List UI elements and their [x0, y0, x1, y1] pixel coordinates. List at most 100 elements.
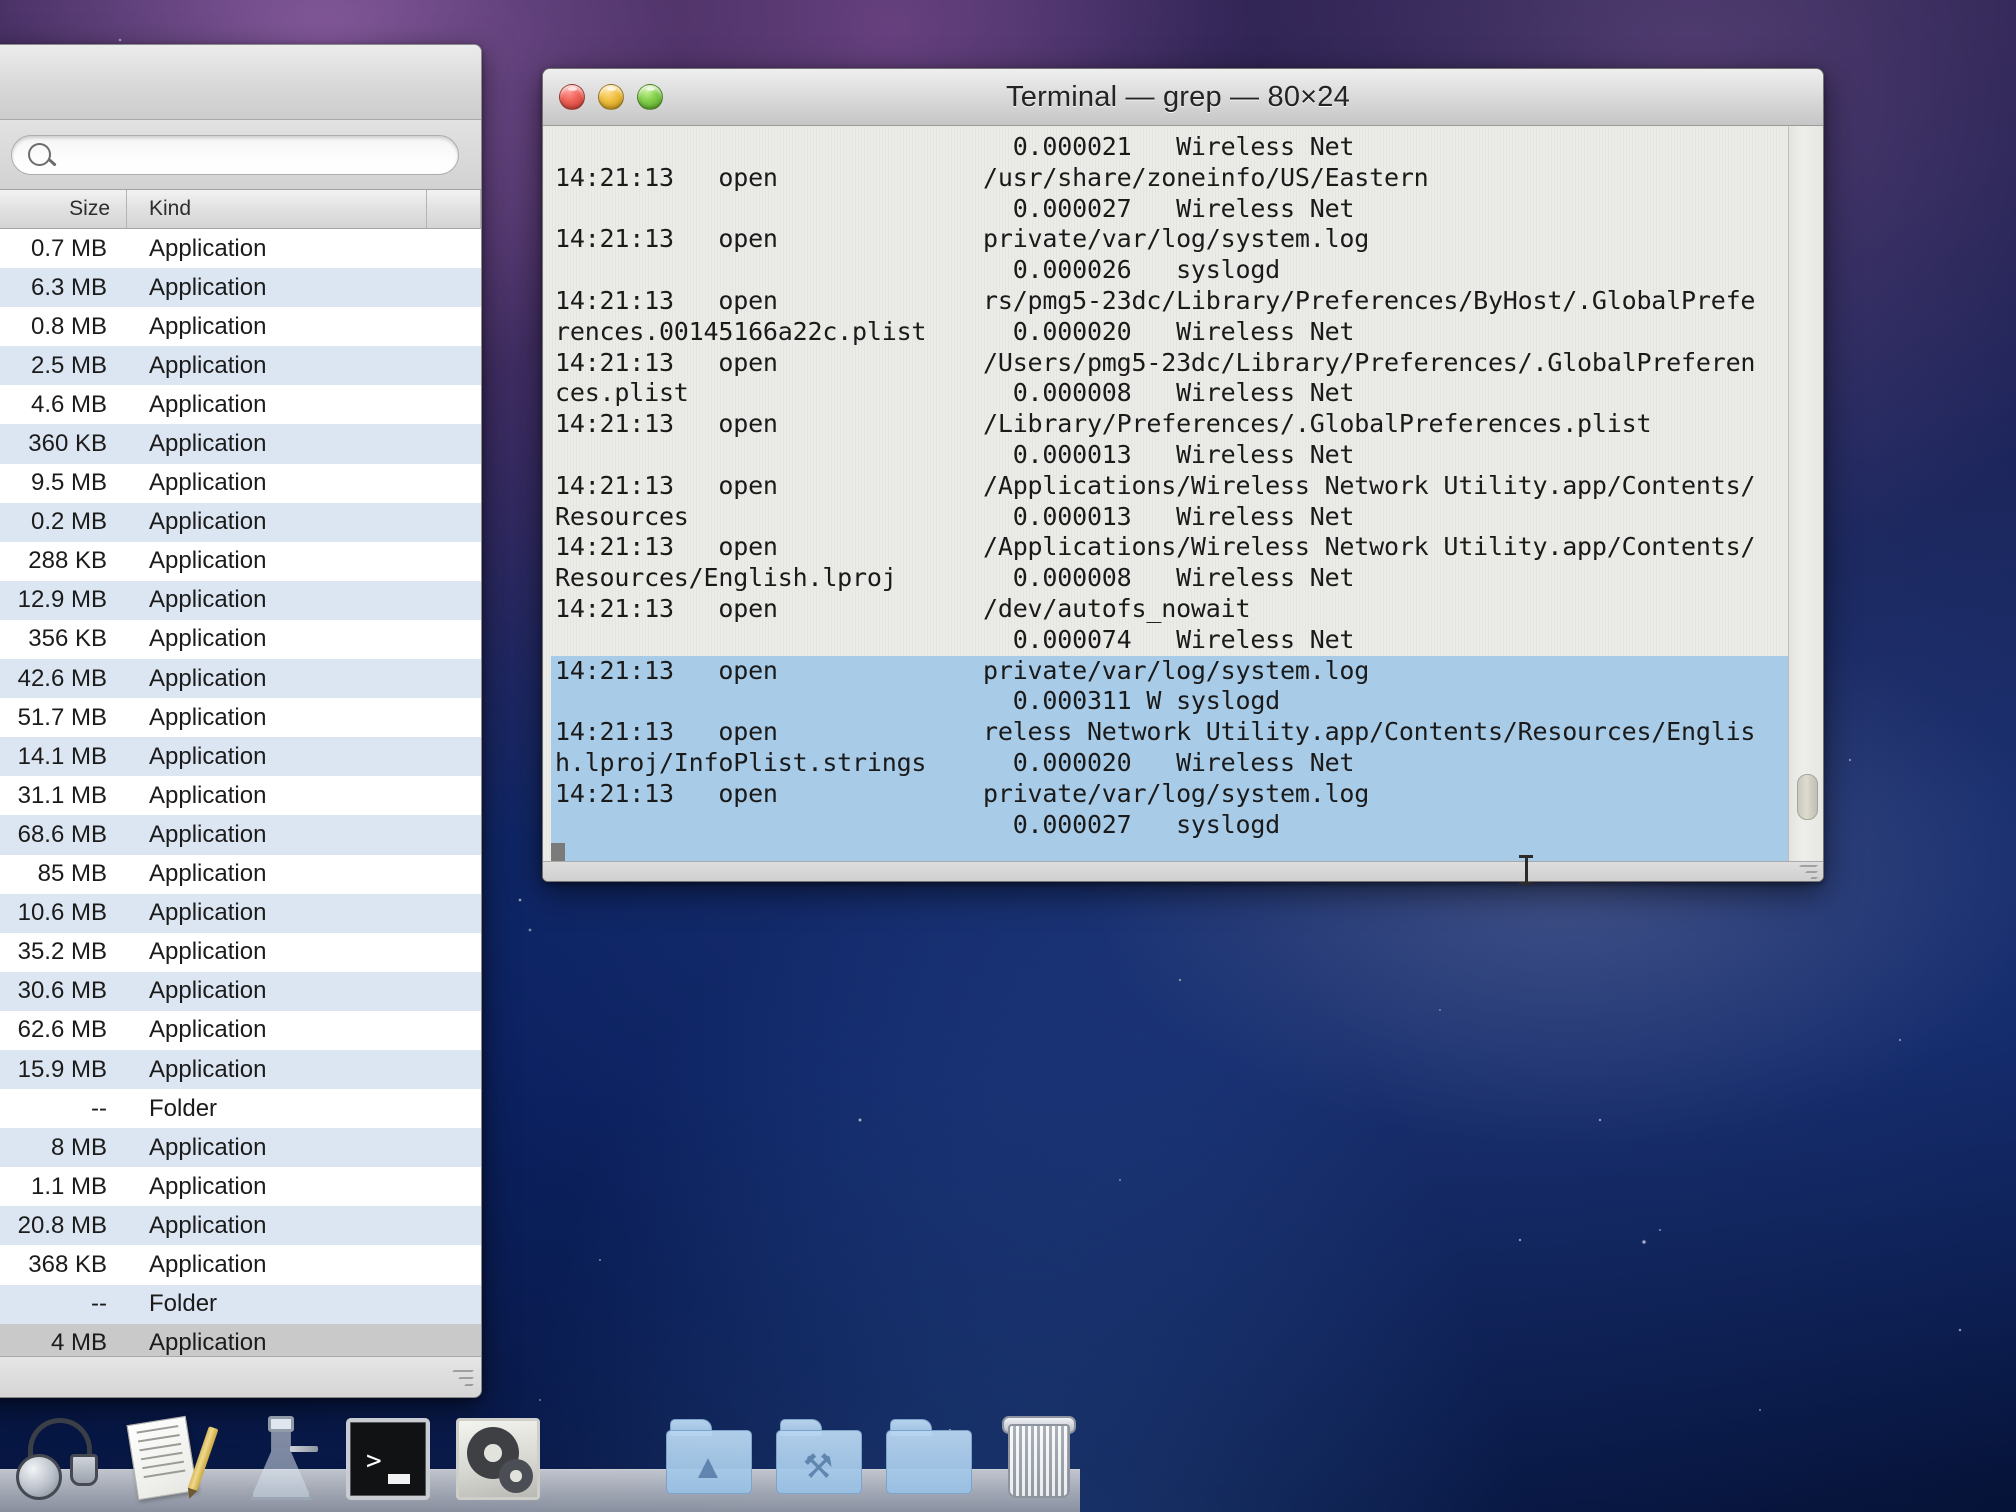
dock-item-disk-utility[interactable] [232, 1412, 324, 1504]
terminal-line: 14:21:13 open rs/pmg5-23dc/Library/Prefer… [551, 286, 1788, 317]
cell-kind: Application [149, 1055, 267, 1083]
search-input[interactable] [11, 134, 459, 175]
dock-item-documents-folder[interactable] [882, 1412, 974, 1504]
table-row[interactable]: 288 KB Application [0, 541, 481, 581]
table-row[interactable]: 0.8 MB Application [0, 307, 481, 347]
cell-size: -- [91, 1094, 107, 1122]
table-row[interactable]: 35.2 MB Application [0, 932, 481, 972]
table-row[interactable]: 1.1 MB Application [0, 1167, 481, 1207]
resize-handle-icon[interactable] [447, 1365, 474, 1391]
cell-size: 68.6 MB [17, 820, 107, 848]
table-row[interactable]: 8 MB Application [0, 1128, 481, 1168]
cell-kind: Application [149, 860, 267, 888]
terminal-line-right: 0.000311 W syslogd [983, 686, 1281, 716]
cell-kind: Application [149, 273, 267, 301]
terminal-line: 14:21:13 open/usr/share/zoneinfo/US/East… [551, 163, 1788, 194]
column-header-size[interactable]: Size [0, 190, 127, 228]
flask-icon [250, 1422, 312, 1500]
cell-kind: Application [149, 1016, 267, 1044]
terminal-output[interactable]: 0.000021 Wireless Net 14:21:13 open/usr/s… [543, 126, 1788, 881]
cell-kind: Application [149, 430, 267, 458]
dock-item-terminal[interactable]: > [342, 1412, 434, 1504]
dock[interactable]: > ▲ ⚒ [0, 1400, 2016, 1512]
table-row[interactable]: 9.5 MB Application [0, 463, 481, 503]
dock-item-trash[interactable] [992, 1412, 1084, 1504]
table-row[interactable]: 12.9 MB Application [0, 580, 481, 620]
terminal-line: 14:21:13 open reless Network Utility.app/… [551, 717, 1788, 748]
terminal-line-right: 0.000020 Wireless Net [983, 316, 1355, 346]
table-row[interactable]: 20.8 MB Application [0, 1206, 481, 1246]
cell-kind: Application [149, 508, 267, 536]
cell-size: 10.6 MB [17, 899, 107, 927]
table-row[interactable]: 4 MB Application [0, 1323, 481, 1359]
zoom-button[interactable] [637, 84, 663, 110]
table-row[interactable]: 62.6 MB Application [0, 1010, 481, 1050]
cell-size: -- [91, 1290, 107, 1318]
finder-window[interactable]: Size Kind 0.7 MB Application 6.3 MB Applica… [0, 44, 482, 1398]
terminal-line-right: /Users/pmg5-23dc/Library/Preferences/.Gl… [983, 347, 1756, 377]
table-row[interactable]: 368 KB Application [0, 1245, 481, 1285]
dock-item-activity-monitor[interactable] [12, 1412, 104, 1504]
table-row[interactable]: 51.7 MB Application [0, 698, 481, 738]
cell-size: 8 MB [50, 1133, 107, 1161]
terminal-window[interactable]: Terminal — grep — 80×24 0.000021 Wireles… [542, 68, 1824, 882]
desktop: Size Kind 0.7 MB Application 6.3 MB Applica… [0, 0, 2016, 1512]
cell-size: 31.1 MB [17, 781, 107, 809]
terminal-line: 0.000027 Wireless Net [551, 194, 1788, 225]
terminal-line-right: 0.000020 Wireless Net [983, 747, 1355, 777]
minimize-button[interactable] [598, 84, 624, 110]
cell-size: 62.6 MB [17, 1016, 107, 1044]
table-row[interactable]: 10.6 MB Application [0, 893, 481, 933]
table-row[interactable]: 2.5 MB Application [0, 346, 481, 386]
cell-kind: Application [149, 977, 267, 1005]
table-row[interactable]: 14.1 MB Application [0, 737, 481, 777]
terminal-scrollbar[interactable] [1788, 126, 1823, 881]
dock-item-applications-folder[interactable]: ▲ [662, 1412, 754, 1504]
table-row[interactable]: 360 KB Application [0, 424, 481, 464]
cell-size: 15.9 MB [17, 1055, 107, 1083]
finder-toolbar [0, 120, 481, 190]
terminal-line-left: 14:21:13 open [555, 778, 778, 808]
table-row[interactable]: 31.1 MB Application [0, 776, 481, 816]
terminal-line-left: ces.plist [555, 378, 689, 408]
cell-size: 1.1 MB [30, 1172, 107, 1200]
table-row[interactable]: -- Folder [0, 1089, 481, 1129]
terminal-line-right: 0.000026 syslogd [983, 255, 1281, 285]
terminal-line-left: 14:21:13 open [555, 224, 778, 254]
terminal-line-right: 0.000008 Wireless Net [983, 563, 1355, 593]
cell-size: 12.9 MB [17, 586, 107, 614]
terminal-line-right: 0.000008 Wireless Net [983, 378, 1355, 408]
table-row[interactable]: 4.6 MB Application [0, 385, 481, 425]
terminal-line-left: Resources [555, 501, 689, 531]
terminal-titlebar[interactable]: Terminal — grep — 80×24 [543, 69, 1823, 126]
cell-kind: Application [149, 547, 267, 575]
close-button[interactable] [559, 84, 585, 110]
table-row[interactable]: 68.6 MB Application [0, 815, 481, 855]
column-header-extra[interactable] [427, 190, 481, 228]
table-row[interactable]: 15.9 MB Application [0, 1049, 481, 1090]
column-header-kind[interactable]: Kind [127, 190, 427, 228]
cell-kind: Application [149, 1172, 267, 1200]
dock-item-textedit[interactable] [122, 1412, 219, 1504]
table-row[interactable]: 30.6 MB Application [0, 971, 481, 1011]
gears-icon [456, 1418, 540, 1500]
dock-item-system-preferences[interactable] [452, 1412, 544, 1504]
finder-file-list[interactable]: 0.7 MB Application 6.3 MB Application 0.8 MB… [0, 229, 481, 1359]
cell-size: 360 KB [28, 430, 107, 458]
scrollbar-thumb[interactable] [1797, 774, 1818, 820]
terminal-line-right: reless Network Utility.app/Contents/Reso… [983, 717, 1756, 747]
resize-handle-icon[interactable] [1795, 861, 1818, 879]
terminal-line: 0.000013 Wireless Net [551, 440, 1788, 471]
table-row[interactable]: 356 KB Application [0, 619, 481, 660]
table-row[interactable]: 85 MB Application [0, 854, 481, 894]
finder-titlebar[interactable] [0, 45, 481, 120]
table-row[interactable]: 0.2 MB Application [0, 502, 481, 542]
table-row[interactable]: -- Folder [0, 1284, 481, 1324]
cell-kind: Application [149, 781, 267, 809]
table-row[interactable]: 42.6 MB Application [0, 659, 481, 699]
table-row[interactable]: 6.3 MB Application [0, 268, 481, 308]
dock-item-utilities-folder[interactable]: ⚒ [772, 1412, 864, 1504]
table-row[interactable]: 0.7 MB Application [0, 229, 481, 269]
cell-size: 85 MB [37, 860, 107, 888]
finder-status-bar [0, 1356, 481, 1397]
